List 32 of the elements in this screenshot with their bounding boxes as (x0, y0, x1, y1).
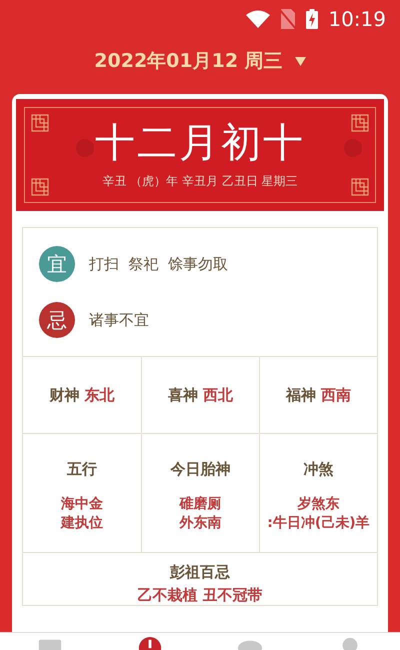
detail-value: 建执位 (61, 514, 103, 533)
knot-ornament-icon (350, 113, 370, 133)
detail-value: 海中金 (61, 495, 103, 514)
dot-ornament-icon (76, 139, 94, 157)
ji-text: 诸事不宜 (89, 310, 149, 330)
date-selector[interactable]: 2022年01月12 周三 (94, 48, 283, 74)
ji-badge: 忌 (39, 302, 75, 338)
detail-title: 今日胎神 (170, 460, 230, 479)
detail-title: 冲煞 (304, 460, 334, 479)
pengzu-text: 乙不栽植 丑不冠带 (137, 586, 263, 605)
ganzhi-date: 辛丑 （虎）年 辛丑月 乙丑日 星期三 (102, 172, 298, 190)
detail-value: 外东南 (180, 514, 222, 533)
knot-ornament-icon (350, 177, 370, 197)
yi-text: 打扫 祭祀 馀事勿取 (89, 254, 228, 274)
knot-ornament-icon (30, 113, 50, 133)
status-time: 10:19 (328, 7, 386, 31)
detail-value: 岁煞东 (298, 495, 340, 514)
knot-ornament-icon (30, 177, 50, 197)
detail-value: 碓磨厕 (180, 495, 222, 514)
no-sim-icon (280, 9, 296, 29)
god-direction: 福神 西南 (286, 386, 352, 404)
detail-value: :牛日冲(己未)羊 (267, 514, 370, 533)
pengzu-title: 彭祖百忌 (170, 563, 230, 582)
dot-ornament-icon (344, 139, 362, 157)
dropdown-caret-icon[interactable] (294, 56, 306, 66)
god-direction: 喜神 西北 (168, 386, 234, 404)
detail-title: 五行 (67, 460, 97, 479)
god-direction: 财神 东北 (49, 386, 115, 404)
yi-badge: 宜 (39, 246, 75, 282)
wifi-icon (246, 10, 270, 28)
battery-charging-icon (306, 9, 318, 29)
lunar-date: 十二月初十 (95, 120, 305, 164)
